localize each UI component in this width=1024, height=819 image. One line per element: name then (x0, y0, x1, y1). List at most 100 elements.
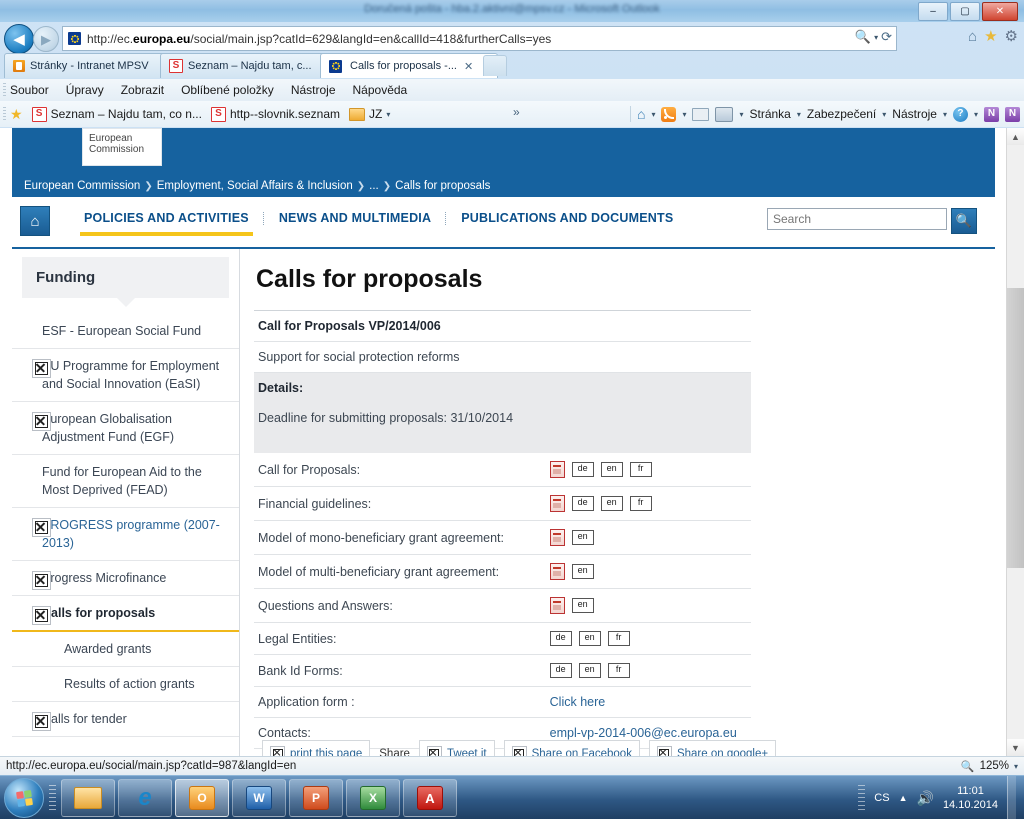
command-item-nastroje[interactable]: Nástroje (892, 107, 937, 121)
tab-mpsv[interactable]: Stránky - Intranet MPSV (4, 53, 176, 78)
refresh-icon[interactable]: ⟳ (881, 29, 892, 45)
taskbar-word-button[interactable]: W (232, 779, 286, 817)
star-icon[interactable]: ★ (10, 106, 23, 123)
chevron-down-icon[interactable]: ▾ (974, 110, 978, 119)
clock[interactable]: 11:01 14.10.2014 (943, 784, 998, 812)
taskbar-powerpoint-button[interactable]: P (289, 779, 343, 817)
chevron-down-icon[interactable]: ▾ (651, 110, 655, 119)
window-titlebar[interactable]: Doručená pošta - hba.2.aktivní@mpsv.cz -… (0, 0, 1024, 22)
scroll-down-icon[interactable]: ▼ (1007, 739, 1024, 756)
taskbar-grip[interactable] (49, 785, 56, 811)
language-fr-icon[interactable]: fr (607, 631, 630, 646)
rss-icon[interactable] (661, 106, 677, 122)
sidebar-item-easi[interactable]: EU Programme for Employment and Social I… (12, 349, 239, 402)
pdf-icon[interactable] (549, 461, 565, 478)
language-en-icon[interactable]: en (571, 564, 594, 579)
back-arrow-icon[interactable]: ◀ (4, 24, 34, 54)
nav-publications-and-documents[interactable]: PUBLICATIONS AND DOCUMENTS (447, 211, 687, 225)
toolbar-grip[interactable] (3, 83, 6, 97)
search-icon[interactable]: 🔍 (855, 29, 871, 45)
taskbar-acrobat-button[interactable]: A (403, 779, 457, 817)
language-indicator[interactable]: CS (874, 792, 889, 804)
new-tab-button[interactable] (483, 55, 507, 76)
favorite-seznam[interactable]: S Seznam – Najdu tam, co n... (31, 106, 202, 122)
close-icon[interactable]: ✕ (464, 60, 473, 73)
scrollbar-thumb[interactable] (1007, 288, 1024, 568)
menu-item-soubor[interactable]: Soubor (10, 83, 49, 97)
search-input[interactable] (767, 208, 947, 230)
taskbar-internet-explorer-button[interactable]: e (118, 779, 172, 817)
sidebar-item-fead[interactable]: Fund for European Aid to the Most Depriv… (12, 455, 239, 508)
forward-arrow-icon[interactable]: ▶ (33, 26, 59, 52)
tab-calls-for-proposals[interactable]: Calls for proposals -... ✕ (320, 53, 498, 78)
home-icon[interactable]: ⌂ (637, 106, 645, 122)
chevron-down-icon[interactable]: ▾ (739, 110, 743, 119)
tab-seznam[interactable]: S Seznam – Najdu tam, c... (160, 53, 336, 78)
breadcrumb-item-employment[interactable]: Employment, Social Affairs & Inclusion (157, 180, 353, 192)
chevron-down-icon[interactable]: ▾ (682, 110, 686, 119)
address-bar[interactable]: http://ec.europa.eu/social/main.jsp?catI… (62, 26, 897, 51)
taskbar-excel-button[interactable]: X (346, 779, 400, 817)
scroll-up-icon[interactable]: ▲ (1007, 128, 1024, 145)
sidebar-item-progress-microfinance[interactable]: Progress Microfinance (12, 561, 239, 596)
gear-icon[interactable]: ⚙ (1005, 27, 1018, 45)
favorite-slovnik[interactable]: S http--slovnik.seznam (210, 106, 340, 122)
chevron-down-icon[interactable]: ▾ (882, 110, 886, 119)
pdf-icon[interactable] (549, 529, 565, 546)
menu-item-zobrazit[interactable]: Zobrazit (121, 83, 164, 97)
language-de-icon[interactable]: de (549, 663, 572, 678)
language-de-icon[interactable]: de (571, 462, 594, 477)
favorite-folder-jz[interactable]: JZ ▾ (349, 107, 390, 121)
help-icon[interactable]: ? (952, 106, 968, 122)
close-button[interactable]: ✕ (982, 2, 1018, 21)
menu-item-upravy[interactable]: Úpravy (66, 83, 104, 97)
sidebar-item-calls-for-proposals[interactable]: Calls for proposals (12, 596, 239, 632)
mail-icon[interactable] (692, 107, 710, 121)
command-item-stranka[interactable]: Stránka (750, 107, 791, 121)
toolbar-grip[interactable] (3, 107, 6, 121)
overflow-chevron-icon[interactable]: » (513, 105, 520, 119)
chevron-down-icon[interactable]: ▾ (874, 33, 878, 42)
language-en-icon[interactable]: en (600, 496, 623, 511)
sidebar-item-results-of-action-grants[interactable]: Results of action grants (12, 667, 239, 702)
breadcrumb-item-european-commission[interactable]: European Commission (24, 180, 140, 192)
menu-item-oblibene-polozky[interactable]: Oblíbené položky (181, 83, 274, 97)
home-icon[interactable]: ⌂ (20, 206, 50, 236)
language-de-icon[interactable]: de (549, 631, 572, 646)
home-icon[interactable]: ⌂ (968, 28, 977, 45)
sidebar-item-progress-programme[interactable]: PROGRESS programme (2007-2013) (12, 508, 239, 561)
command-item-zabezpeceni[interactable]: Zabezpečení (807, 107, 876, 121)
taskbar-outlook-button[interactable]: O (175, 779, 229, 817)
breadcrumb-item-ellipsis[interactable]: ... (369, 180, 379, 192)
onenote-linked-icon[interactable]: N (1005, 106, 1020, 122)
language-fr-icon[interactable]: fr (629, 496, 652, 511)
language-fr-icon[interactable]: fr (607, 663, 630, 678)
language-en-icon[interactable]: en (600, 462, 623, 477)
language-en-icon[interactable]: en (578, 631, 601, 646)
minimize-button[interactable]: – (918, 2, 948, 21)
show-hidden-icons-icon[interactable]: ▲ (899, 793, 908, 803)
zoom-control[interactable]: 🔍 125% ▾ (961, 760, 1018, 773)
pdf-icon[interactable] (549, 563, 565, 580)
maximize-button[interactable]: ▢ (950, 2, 980, 21)
pdf-icon[interactable] (549, 495, 565, 512)
menu-item-nastroje[interactable]: Nástroje (291, 83, 336, 97)
sidebar-item-egf[interactable]: European Globalisation Adjustment Fund (… (12, 402, 239, 455)
star-icon[interactable]: ★ (984, 27, 997, 45)
pdf-icon[interactable] (549, 597, 565, 614)
tray-grip[interactable] (858, 785, 866, 811)
language-de-icon[interactable]: de (571, 496, 594, 511)
sidebar-item-esf[interactable]: ESF - European Social Fund (12, 314, 239, 349)
taskbar-explorer-button[interactable] (61, 779, 115, 817)
speaker-icon[interactable]: 🔊 (917, 790, 934, 807)
windows-start-icon[interactable] (4, 778, 44, 818)
nav-news-and-multimedia[interactable]: NEWS AND MULTIMEDIA (265, 211, 445, 225)
contact-email-link[interactable]: empl-vp-2014-006@ec.europa.eu (550, 726, 737, 740)
language-en-icon[interactable]: en (578, 663, 601, 678)
sidebar-item-awarded-grants[interactable]: Awarded grants (12, 632, 239, 667)
language-en-icon[interactable]: en (571, 530, 594, 545)
application-form-link[interactable]: Click here (550, 695, 606, 709)
nav-policies-and-activities[interactable]: POLICIES AND ACTIVITIES (70, 211, 263, 236)
vertical-scrollbar[interactable]: ▲ ▼ (1006, 128, 1024, 756)
sidebar-item-calls-for-tender[interactable]: Calls for tender (12, 702, 239, 737)
